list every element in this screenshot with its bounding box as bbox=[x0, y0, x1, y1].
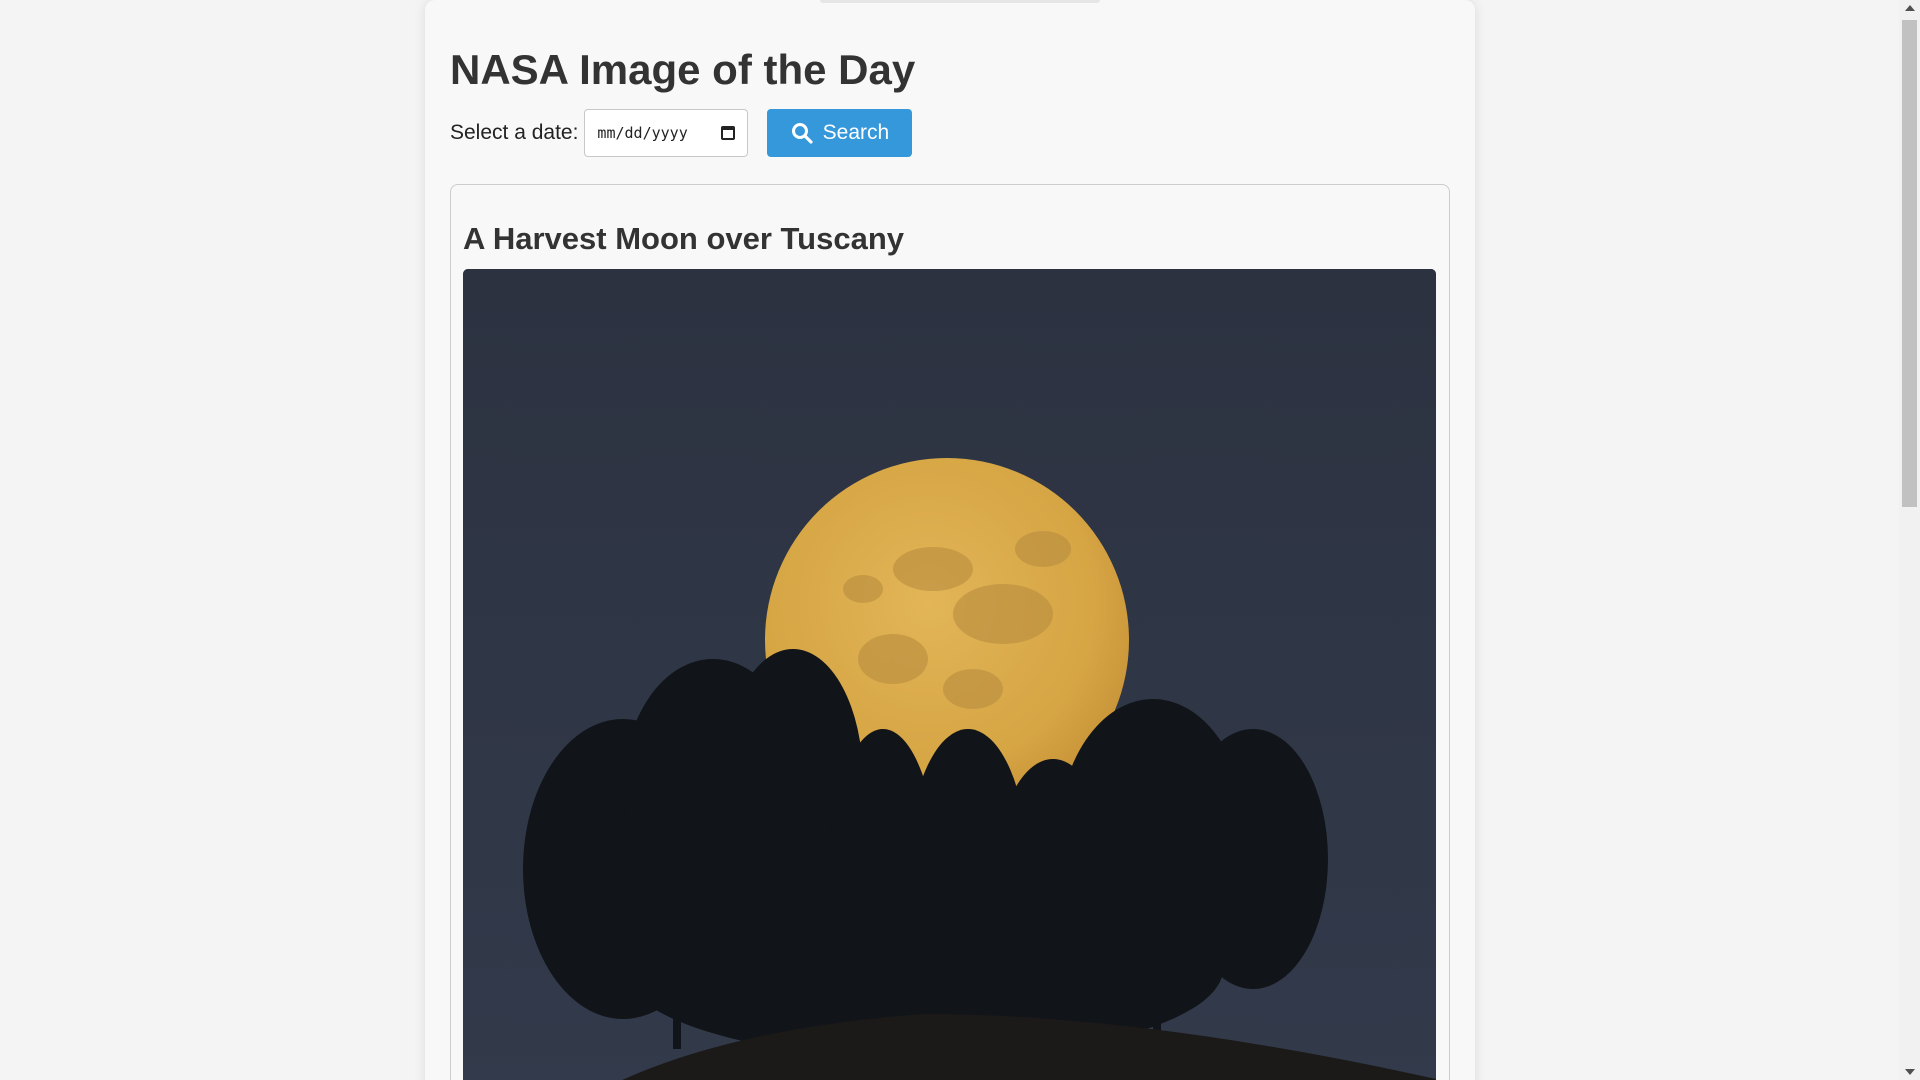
image-title: A Harvest Moon over Tuscany bbox=[463, 221, 905, 256]
scrollbar[interactable] bbox=[1899, 0, 1920, 1080]
date-input[interactable]: mm/dd/yyyy bbox=[584, 109, 749, 157]
scroll-down-arrow-icon[interactable] bbox=[1905, 1069, 1915, 1075]
date-search-row: Select a date: mm/dd/yyyy Search bbox=[450, 109, 913, 157]
date-input-placeholder: mm/dd/yyyy bbox=[597, 124, 688, 142]
page: NASA Image of the Day Select a date: mm/… bbox=[0, 0, 1920, 1080]
date-label: Select a date: bbox=[450, 121, 579, 144]
search-button-label: Search bbox=[822, 121, 890, 144]
search-button[interactable]: Search bbox=[767, 109, 913, 157]
top-accent bbox=[820, 0, 1100, 3]
scroll-up-arrow-icon[interactable] bbox=[1905, 5, 1915, 11]
scroll-thumb[interactable] bbox=[1902, 20, 1917, 507]
calendar-icon[interactable] bbox=[721, 126, 736, 140]
page-title: NASA Image of the Day bbox=[450, 46, 916, 93]
search-icon bbox=[791, 122, 813, 144]
apod-image bbox=[463, 269, 1436, 1080]
